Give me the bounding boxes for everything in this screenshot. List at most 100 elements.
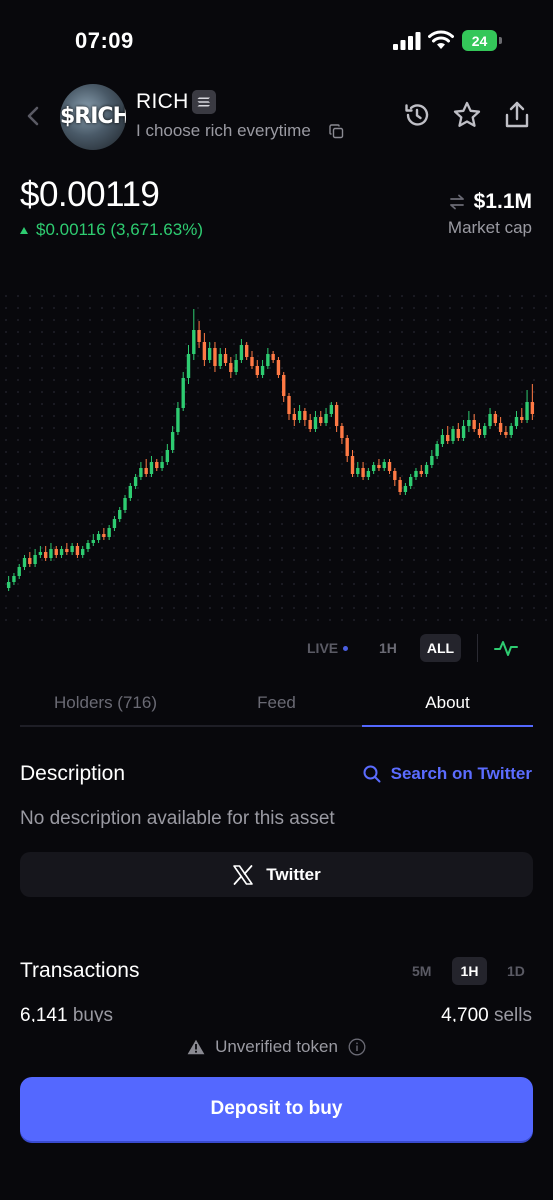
candle-body xyxy=(308,420,312,429)
tx-filter-1d[interactable]: 1D xyxy=(507,963,525,979)
candle-body xyxy=(525,402,529,420)
candle-body xyxy=(414,471,418,477)
candle-body xyxy=(70,546,74,552)
candle-body xyxy=(287,396,291,414)
twitter-button-label: Twitter xyxy=(266,864,321,884)
candlestick-chart[interactable] xyxy=(0,290,553,630)
current-price: $0.00119 xyxy=(20,175,160,214)
solana-chain-icon xyxy=(192,90,216,114)
candle-body xyxy=(446,435,450,441)
candle-body xyxy=(91,540,95,543)
candle-body xyxy=(387,462,392,471)
sells-count: 4,700 sells xyxy=(441,1005,532,1022)
candle-body xyxy=(96,534,101,540)
candle-body xyxy=(144,468,148,474)
candle-body xyxy=(6,582,11,588)
candle-body xyxy=(192,330,196,354)
candle-body xyxy=(229,363,233,372)
candle-body xyxy=(440,435,445,444)
share-icon[interactable] xyxy=(503,100,531,130)
search-icon xyxy=(363,765,381,783)
candle-body xyxy=(266,354,270,366)
candle-body xyxy=(451,429,455,441)
candle-body xyxy=(356,468,360,474)
candle-body xyxy=(86,543,90,549)
token-tagline: I choose rich everytime xyxy=(136,121,311,140)
candle-body xyxy=(498,423,503,432)
candle-body xyxy=(340,426,344,438)
candle-body xyxy=(207,348,212,360)
candle-body xyxy=(398,480,402,492)
price-chart-area[interactable] xyxy=(0,290,553,630)
candle-body xyxy=(245,345,249,357)
candle-body xyxy=(350,456,355,474)
market-cap-value: $1.1M xyxy=(473,190,532,213)
candle-body xyxy=(303,411,307,420)
candle-body xyxy=(49,549,53,558)
history-icon[interactable] xyxy=(403,101,431,129)
candle-body xyxy=(371,465,376,471)
candle-body xyxy=(107,528,111,537)
warning-icon xyxy=(187,1039,205,1055)
candle-body xyxy=(382,462,386,468)
status-bar: 07:09 24 xyxy=(0,0,553,80)
market-cap-toggle[interactable]: $1.1M xyxy=(448,190,532,214)
candle-body xyxy=(472,420,476,429)
description-heading: Description xyxy=(20,762,126,785)
candle-body xyxy=(17,567,21,576)
candle-body xyxy=(477,429,482,435)
chart-range-selector: LIVE 1H ALL xyxy=(0,630,553,666)
battery-level: 24 xyxy=(462,30,497,51)
candle-body xyxy=(128,486,133,498)
candle-body xyxy=(65,549,69,552)
candle-body xyxy=(170,432,175,450)
candle-body xyxy=(239,345,244,360)
search-on-twitter-link[interactable]: Search on Twitter xyxy=(363,764,532,784)
candle-body xyxy=(493,414,498,423)
tab-feed[interactable]: Feed xyxy=(191,682,362,726)
star-icon[interactable] xyxy=(452,100,482,130)
candle-body xyxy=(218,354,222,366)
candle-body xyxy=(435,444,439,456)
tab-about[interactable]: About xyxy=(362,682,533,726)
candle-body xyxy=(255,366,259,375)
tx-filter-5m[interactable]: 5M xyxy=(412,963,431,979)
token-avatar: $RICH xyxy=(60,84,126,150)
tab-active-indicator xyxy=(362,725,533,727)
candle-body xyxy=(393,471,397,480)
chart-type-pulse-icon[interactable] xyxy=(494,638,518,658)
candle-body xyxy=(483,426,487,435)
range-1h-button[interactable]: 1H xyxy=(379,640,397,656)
tab-holders[interactable]: Holders (716) xyxy=(20,682,191,726)
deposit-to-buy-button[interactable]: Deposit to buy xyxy=(20,1077,533,1141)
twitter-button[interactable]: Twitter xyxy=(20,852,533,897)
info-icon[interactable] xyxy=(348,1038,366,1056)
candle-body xyxy=(186,354,191,378)
price-change: $0.00116 (3,671.63%) xyxy=(20,220,203,240)
sells-number: 4,700 xyxy=(441,1005,489,1022)
back-chevron-icon[interactable] xyxy=(22,102,46,130)
candle-body xyxy=(75,546,80,555)
candle-body xyxy=(12,576,16,582)
unverified-token-notice: Unverified token xyxy=(0,1037,553,1057)
candle-body xyxy=(324,414,328,423)
copy-icon[interactable] xyxy=(329,124,344,139)
candle-body xyxy=(43,552,48,558)
tx-filter-1h[interactable]: 1H xyxy=(452,957,487,985)
candle-body xyxy=(514,417,519,426)
detail-tabs: Holders (716) Feed About xyxy=(20,682,533,728)
candle-body xyxy=(22,558,27,567)
x-logo-icon xyxy=(233,864,254,885)
candle-body xyxy=(38,552,43,555)
range-all-button[interactable]: ALL xyxy=(420,634,461,662)
candle-body xyxy=(403,486,408,492)
search-on-twitter-label: Search on Twitter xyxy=(390,764,532,783)
candle-body xyxy=(424,465,429,474)
range-live-button[interactable]: LIVE xyxy=(307,640,349,656)
buys-count: 6,141 buys xyxy=(20,1005,113,1022)
candle-body xyxy=(176,408,180,432)
candle-body xyxy=(59,549,64,555)
candle-body xyxy=(149,462,154,474)
candle-body xyxy=(467,420,471,426)
candle-body xyxy=(139,468,143,477)
